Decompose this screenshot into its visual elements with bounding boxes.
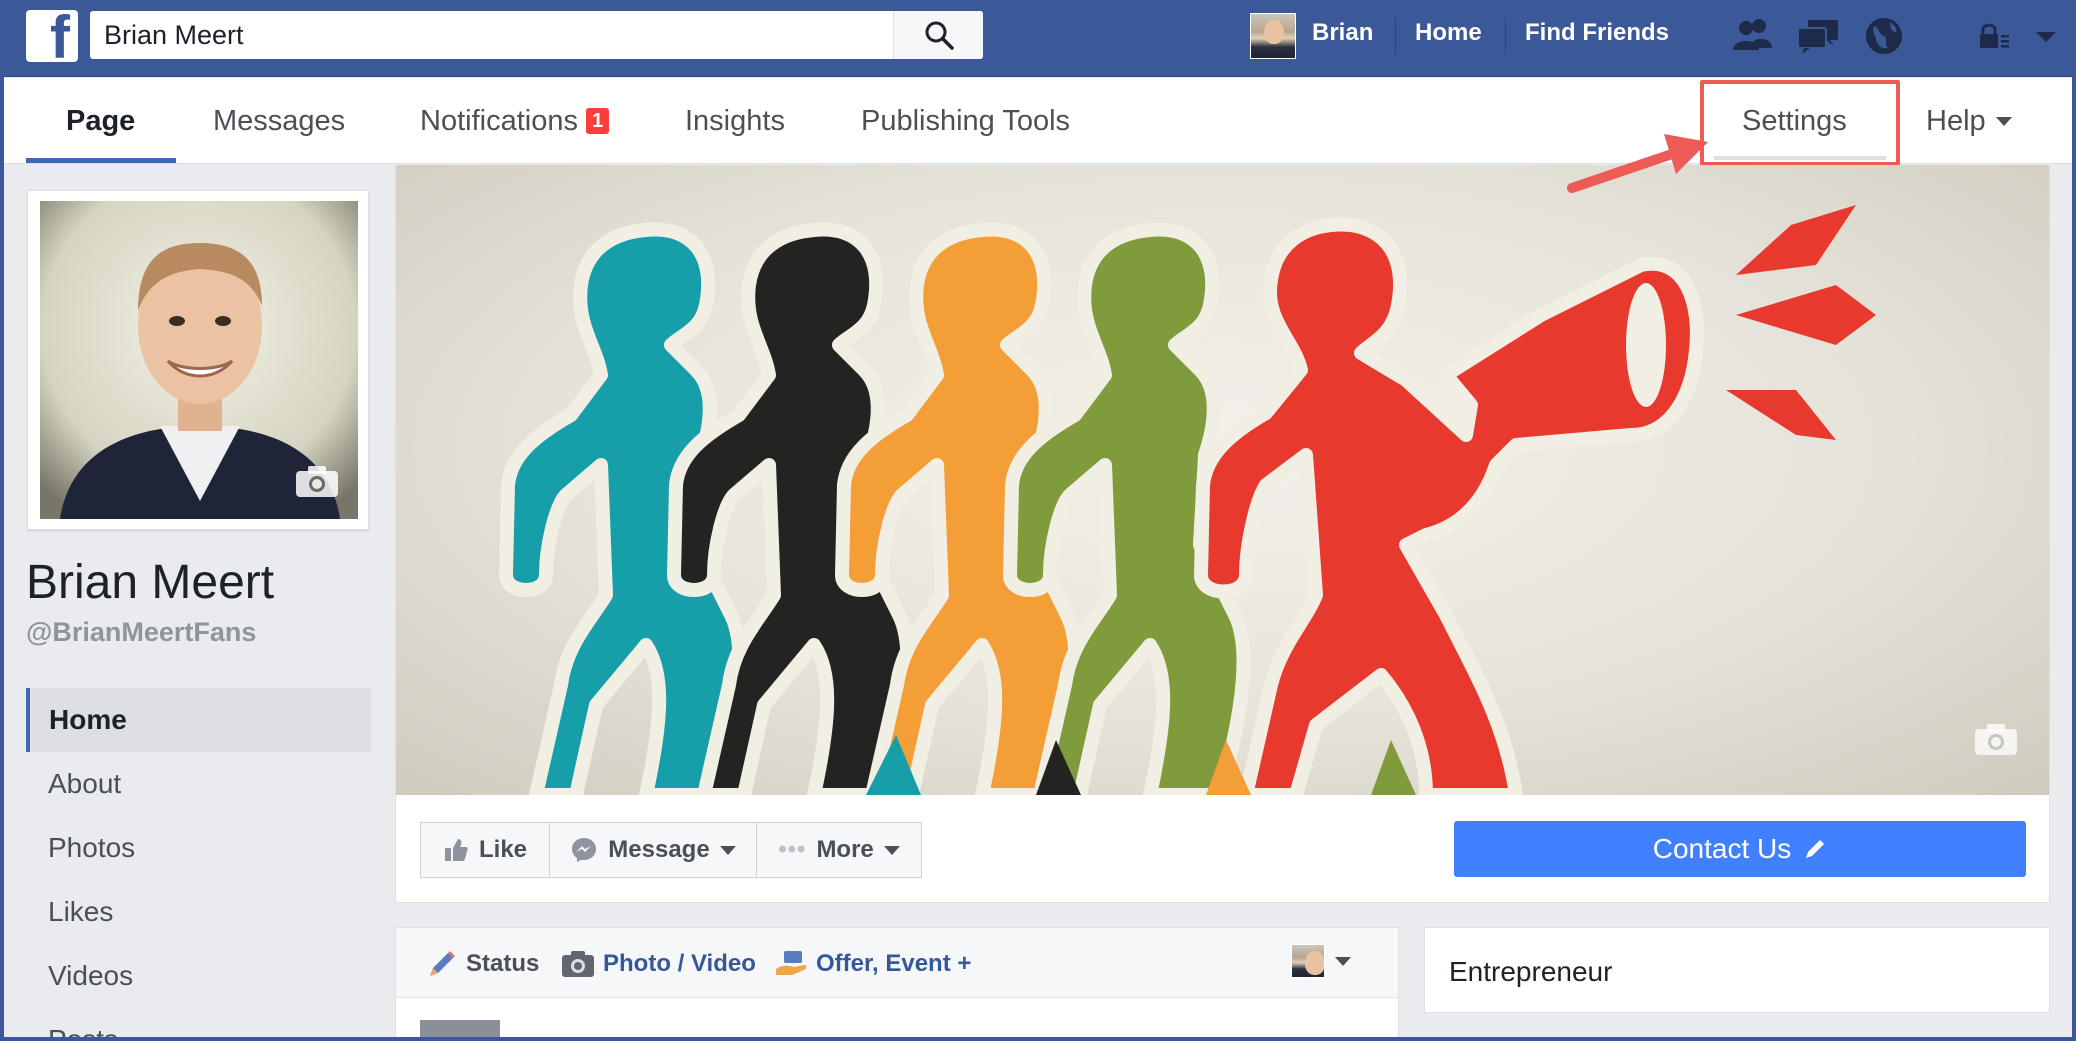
tab-label: Notifications (420, 104, 578, 137)
megaphone-opening (1626, 283, 1666, 407)
active-tab-indicator (26, 158, 176, 163)
divider (1505, 18, 1506, 54)
facebook-logo-icon[interactable]: f (26, 8, 78, 68)
profile-name-link[interactable]: Brian (1312, 19, 1373, 47)
photo-video-label: Photo / Video (603, 950, 756, 977)
avatar (1250, 13, 1296, 59)
chevron-down-icon (1335, 956, 1351, 966)
side-nav-home[interactable]: Home (26, 688, 371, 752)
sound-burst (1736, 205, 1856, 275)
cover-photo[interactable] (396, 165, 2049, 795)
tab-label: Insights (685, 104, 785, 137)
camera-icon[interactable] (294, 463, 340, 499)
camera-icon[interactable] (1973, 721, 2019, 757)
chevron-down-icon (719, 845, 736, 855)
contact-us-label: Contact Us (1652, 833, 1792, 864)
more-label: More (816, 836, 874, 863)
message-button[interactable]: Message (549, 822, 757, 878)
message-label: Message (608, 836, 710, 863)
sound-burst (1736, 285, 1876, 345)
divider (1395, 18, 1396, 54)
messages-icon[interactable] (1796, 14, 1840, 58)
tab-messages[interactable]: Messages (213, 78, 345, 164)
tab-help[interactable]: Help (1926, 78, 2012, 164)
pencil-icon[interactable] (1803, 837, 1827, 861)
chevron-down-icon (883, 845, 900, 855)
search-icon (925, 21, 954, 50)
avatar (1291, 944, 1325, 978)
ground-triangle (1371, 740, 1416, 795)
contact-us-button[interactable]: Contact Us (1454, 821, 2026, 877)
tab-label: Settings (1742, 104, 1847, 137)
chevron-down-icon (1995, 116, 2012, 126)
side-nav-about[interactable]: About (26, 752, 371, 816)
more-dots-icon: ••• (778, 836, 807, 863)
page-category: Entrepreneur (1449, 956, 1613, 987)
privacy-lock-icon[interactable] (1974, 14, 2018, 58)
tab-publishing-tools[interactable]: Publishing Tools (861, 78, 1070, 164)
camera-icon (562, 951, 594, 977)
page-side-nav: Home About Photos Likes Videos Posts (26, 688, 371, 1041)
globe-notifications-icon[interactable] (1862, 14, 1906, 58)
tab-label: Help (1926, 104, 1986, 137)
top-bar: f Brian Home Find Friends (0, 0, 2076, 77)
page-title: Brian Meert (26, 556, 275, 609)
avatar (420, 1020, 500, 1041)
profile-picture (40, 201, 358, 519)
figure-red-with-megaphone (1194, 217, 1704, 795)
offer-hand-icon (776, 951, 807, 975)
cover-section: Like Message ••• More Contact Us (395, 165, 2050, 903)
annotation-arrow-icon (1567, 134, 1708, 193)
search-input[interactable] (90, 12, 890, 58)
tab-label: Publishing Tools (861, 104, 1071, 137)
page-username[interactable]: @BrianMeertFans (26, 617, 256, 648)
account-menu-chevron-down-icon[interactable] (2024, 14, 2068, 58)
tab-notifications[interactable]: Notifications 1 (420, 78, 610, 164)
profile-picture-card[interactable] (27, 190, 369, 530)
notification-count-badge: 1 (585, 108, 610, 134)
profile-link[interactable] (1250, 11, 1296, 61)
like-label: Like (478, 836, 528, 863)
pencil-icon (430, 951, 455, 976)
tab-insights[interactable]: Insights (685, 78, 785, 164)
side-nav-photos[interactable]: Photos (26, 816, 371, 880)
side-nav-videos[interactable]: Videos (26, 944, 371, 1008)
composer-tab-status[interactable]: Status (426, 948, 539, 980)
post-composer: Status Photo / Video Offer, Event + (395, 927, 1399, 1041)
facebook-logo-letter: f (50, 4, 70, 71)
composer-tab-photo-video[interactable]: Photo / Video (561, 948, 756, 980)
side-nav-posts[interactable]: Posts (26, 1008, 371, 1041)
tab-page[interactable]: Page (66, 78, 135, 164)
find-friends-link[interactable]: Find Friends (1525, 19, 1669, 47)
about-category-box: Entrepreneur (1424, 927, 2050, 1013)
tab-label: Page (66, 104, 136, 137)
side-nav-likes[interactable]: Likes (26, 880, 371, 944)
composer-tabs: Status Photo / Video Offer, Event + (396, 928, 1398, 998)
search-button[interactable] (893, 11, 983, 59)
more-button[interactable]: ••• More (756, 822, 922, 878)
tab-label: Messages (213, 104, 346, 137)
friend-requests-icon[interactable] (1730, 14, 1774, 58)
settings-tab-underline (1714, 156, 1886, 160)
home-link[interactable]: Home (1415, 19, 1482, 47)
sound-burst (1726, 390, 1836, 440)
messenger-icon (570, 836, 598, 864)
offer-event-label: Offer, Event + (816, 950, 972, 977)
status-label: Status (466, 950, 540, 977)
cover-illustration (499, 205, 1876, 795)
like-button[interactable]: Like (420, 822, 550, 878)
post-as-selector[interactable] (1291, 944, 1351, 978)
search-box (90, 11, 983, 59)
tab-settings[interactable]: Settings (1742, 78, 1847, 164)
thumbs-up-icon (443, 837, 469, 863)
composer-tab-offer-event[interactable]: Offer, Event + (774, 948, 971, 980)
